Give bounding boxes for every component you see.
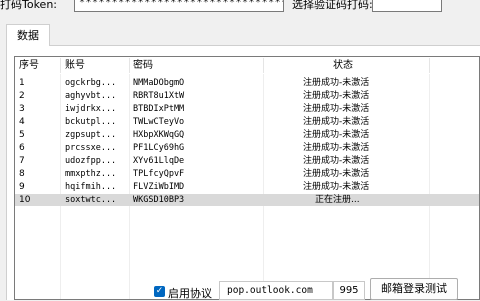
column-divider[interactable]	[263, 58, 264, 73]
cell-account: zgpsupt...	[65, 130, 117, 140]
token-label: 打码Token:	[0, 0, 58, 11]
mail-server-input[interactable]: pop.outlook.com	[219, 281, 333, 300]
cell-no: 10	[19, 195, 31, 205]
table-header: 序号 账号 密码 状态	[15, 57, 479, 74]
cell-status: 注册成功-未激活	[303, 143, 370, 153]
table-row[interactable]: 8 mmxpthz... TPLfcyQpvF 注册成功-未激活	[15, 168, 479, 180]
token-input[interactable]: ****************************************…	[74, 0, 284, 12]
cell-no: 1	[19, 78, 25, 88]
tab-data[interactable]: 数据	[6, 24, 50, 46]
table-row-selected[interactable]: 10 soxtwtc... WKGSD10BP3 正在注册...	[15, 194, 479, 206]
cell-no: 4	[19, 117, 25, 127]
column-divider[interactable]	[60, 58, 61, 73]
column-divider[interactable]	[129, 58, 130, 73]
column-header-account[interactable]: 账号	[65, 57, 85, 74]
cell-status: 注册成功-未激活	[303, 182, 370, 192]
cell-password: BTBDIxPtMM	[133, 104, 185, 114]
table-row[interactable]: 5 zgpsupt... HXbpXKWqGQ 注册成功-未激活	[15, 129, 479, 141]
mail-login-test-button[interactable]: 邮箱登录测试	[370, 278, 458, 300]
cell-no: 2	[19, 91, 25, 101]
cell-no: 9	[19, 182, 25, 192]
table-row[interactable]: 7 udozfpp... XYv61LlqDe 注册成功-未激活	[15, 155, 479, 167]
account-table[interactable]: 序号 账号 密码 状态 1 ogckrbg... NMMaDObgmO 注册成功…	[14, 56, 480, 300]
captcha-label: 选择验证码打码:	[292, 0, 373, 11]
cell-status: 正在注册...	[315, 195, 360, 205]
cell-account: aghyvbt...	[65, 91, 117, 101]
table-row[interactable]: 3 iwjdrkx... BTBDIxPtMM 注册成功-未激活	[15, 103, 479, 115]
table-row[interactable]: 1 ogckrbg... NMMaDObgmO 注册成功-未激活	[15, 77, 479, 89]
cell-password: TWLwCTeyVo	[133, 117, 185, 127]
cell-no: 3	[19, 104, 25, 114]
cell-account: ogckrbg...	[65, 78, 117, 88]
table-row[interactable]: 6 prcssxe... PF1LCy69hG 注册成功-未激活	[15, 142, 479, 154]
cell-password: TPLfcyQpvF	[133, 169, 185, 179]
cell-password: HXbpXKWqGQ	[133, 130, 185, 140]
port-input[interactable]: 995	[333, 281, 365, 300]
cell-no: 5	[19, 130, 25, 140]
cell-no: 7	[19, 156, 25, 166]
column-header-no[interactable]: 序号	[19, 57, 39, 74]
cell-status: 注册成功-未激活	[303, 91, 370, 101]
cell-account: iwjdrkx...	[65, 104, 117, 114]
cell-status: 注册成功-未激活	[303, 117, 370, 127]
check-icon: ✓	[155, 286, 164, 296]
enable-protocol-checkbox[interactable]: ✓	[154, 286, 165, 297]
cell-account: mmxpthz...	[65, 169, 117, 179]
column-divider[interactable]	[429, 58, 430, 73]
captcha-select[interactable]	[372, 0, 442, 12]
column-header-status[interactable]: 状态	[333, 57, 353, 74]
cell-status: 注册成功-未激活	[303, 130, 370, 140]
cell-account: soxtwtc...	[65, 195, 117, 205]
column-header-password[interactable]: 密码	[133, 57, 153, 74]
cell-account: hqifmih...	[65, 182, 117, 192]
cell-status: 注册成功-未激活	[303, 156, 370, 166]
cell-status: 注册成功-未激活	[303, 169, 370, 179]
cell-account: udozfpp...	[65, 156, 117, 166]
cell-account: prcssxe...	[65, 143, 117, 153]
cell-status: 注册成功-未激活	[303, 78, 370, 88]
table-row[interactable]: 9 hqifmih... FLVZiWbIMD 注册成功-未激活	[15, 181, 479, 193]
cell-password: XYv61LlqDe	[133, 156, 185, 166]
cell-password: WKGSD10BP3	[133, 195, 185, 205]
cell-account: bckutpl...	[65, 117, 117, 127]
top-toolbar: 打码Token: *******************************…	[0, 0, 480, 20]
cell-password: RBRT8u1XtW	[133, 91, 185, 101]
cell-password: PF1LCy69hG	[133, 143, 185, 153]
cell-status: 注册成功-未激活	[303, 104, 370, 114]
table-row[interactable]: 2 aghyvbt... RBRT8u1XtW 注册成功-未激活	[15, 90, 479, 102]
cell-password: FLVZiWbIMD	[133, 182, 185, 192]
cell-no: 8	[19, 169, 25, 179]
enable-protocol-label[interactable]: 启用协议	[168, 285, 212, 301]
cell-password: NMMaDObgmO	[133, 78, 185, 88]
cell-no: 6	[19, 143, 25, 153]
table-row[interactable]: 4 bckutpl... TWLwCTeyVo 注册成功-未激活	[15, 116, 479, 128]
